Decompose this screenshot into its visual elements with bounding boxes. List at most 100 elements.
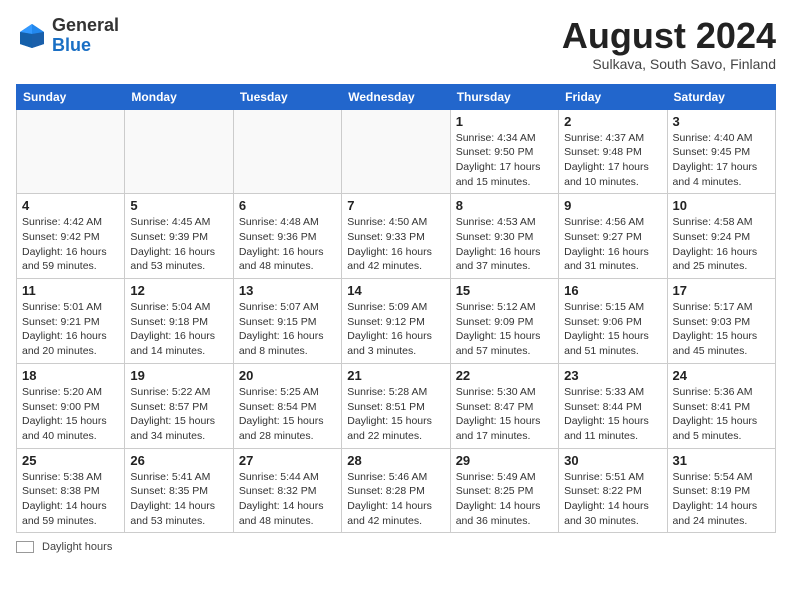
calendar-cell bbox=[342, 109, 450, 194]
day-number: 13 bbox=[239, 283, 336, 298]
calendar-cell: 19 Sunrise: 5:22 AM Sunset: 8:57 PM Dayli… bbox=[125, 363, 233, 448]
calendar-cell: 16Sunrise: 5:15 AM Sunset: 9:06 PM Dayli… bbox=[559, 279, 667, 364]
title-area: August 2024 Sulkava, South Savo, Finland bbox=[562, 16, 776, 72]
calendar-cell: 9 Sunrise: 4:56 AM Sunset: 9:27 PM Daylig… bbox=[559, 194, 667, 279]
day-number: 21 bbox=[347, 368, 444, 383]
calendar-cell: 23 Sunrise: 5:33 AM Sunset: 8:44 PM Dayli… bbox=[559, 363, 667, 448]
day-number: 26 bbox=[130, 453, 227, 468]
location-subtitle: Sulkava, South Savo, Finland bbox=[562, 56, 776, 72]
legend-box bbox=[16, 541, 34, 553]
calendar-cell bbox=[233, 109, 341, 194]
day-number: 4 bbox=[22, 198, 119, 213]
calendar-cell: 10 Sunrise: 4:58 AM Sunset: 9:24 PM Dayli… bbox=[667, 194, 775, 279]
calendar-cell: 25 Sunrise: 5:38 AM Sunset: 8:38 PM Dayli… bbox=[17, 448, 125, 533]
day-number: 18 bbox=[22, 368, 119, 383]
day-info: Sunrise: 5:49 AM Sunset: 8:25 PM Dayligh… bbox=[456, 470, 553, 529]
day-info: Sunrise: 4:40 AM Sunset: 9:45 PM Dayligh… bbox=[673, 131, 770, 190]
day-info: Sunrise: 5:17 AM Sunset: 9:03 PM Dayligh… bbox=[673, 300, 770, 359]
day-info: Sunrise: 5:51 AM Sunset: 8:22 PM Dayligh… bbox=[564, 470, 661, 529]
calendar-cell bbox=[125, 109, 233, 194]
footer: Daylight hours bbox=[16, 541, 776, 553]
month-title: August 2024 bbox=[562, 16, 776, 56]
day-number: 28 bbox=[347, 453, 444, 468]
calendar-cell: 12Sunrise: 5:04 AM Sunset: 9:18 PM Dayli… bbox=[125, 279, 233, 364]
day-number: 10 bbox=[673, 198, 770, 213]
calendar-cell: 13Sunrise: 5:07 AM Sunset: 9:15 PM Dayli… bbox=[233, 279, 341, 364]
calendar-cell: 7 Sunrise: 4:50 AM Sunset: 9:33 PM Daylig… bbox=[342, 194, 450, 279]
calendar-cell: 1 Sunrise: 4:34 AM Sunset: 9:50 PM Daylig… bbox=[450, 109, 558, 194]
day-number: 16 bbox=[564, 283, 661, 298]
day-header-friday: Friday bbox=[559, 84, 667, 109]
calendar-cell: 26 Sunrise: 5:41 AM Sunset: 8:35 PM Dayli… bbox=[125, 448, 233, 533]
day-info: Sunrise: 5:54 AM Sunset: 8:19 PM Dayligh… bbox=[673, 470, 770, 529]
day-number: 14 bbox=[347, 283, 444, 298]
day-number: 7 bbox=[347, 198, 444, 213]
calendar-cell: 4Sunrise: 4:42 AM Sunset: 9:42 PM Daylig… bbox=[17, 194, 125, 279]
calendar-cell: 8 Sunrise: 4:53 AM Sunset: 9:30 PM Daylig… bbox=[450, 194, 558, 279]
week-row-4: 18 Sunrise: 5:20 AM Sunset: 9:00 PM Dayli… bbox=[17, 363, 776, 448]
day-number: 29 bbox=[456, 453, 553, 468]
day-number: 19 bbox=[130, 368, 227, 383]
calendar-cell: 27 Sunrise: 5:44 AM Sunset: 8:32 PM Dayli… bbox=[233, 448, 341, 533]
day-number: 2 bbox=[564, 114, 661, 129]
day-info: Sunrise: 4:50 AM Sunset: 9:33 PM Dayligh… bbox=[347, 215, 444, 274]
day-number: 23 bbox=[564, 368, 661, 383]
day-info: Sunrise: 5:09 AM Sunset: 9:12 PM Dayligh… bbox=[347, 300, 444, 359]
day-info: Sunrise: 5:22 AM Sunset: 8:57 PM Dayligh… bbox=[130, 385, 227, 444]
day-info: Sunrise: 4:34 AM Sunset: 9:50 PM Dayligh… bbox=[456, 131, 553, 190]
day-header-saturday: Saturday bbox=[667, 84, 775, 109]
calendar-cell: 29 Sunrise: 5:49 AM Sunset: 8:25 PM Dayli… bbox=[450, 448, 558, 533]
day-number: 11 bbox=[22, 283, 119, 298]
calendar-table: SundayMondayTuesdayWednesdayThursdayFrid… bbox=[16, 84, 776, 534]
day-header-wednesday: Wednesday bbox=[342, 84, 450, 109]
day-number: 12 bbox=[130, 283, 227, 298]
day-number: 27 bbox=[239, 453, 336, 468]
day-header-monday: Monday bbox=[125, 84, 233, 109]
day-info: Sunrise: 5:46 AM Sunset: 8:28 PM Dayligh… bbox=[347, 470, 444, 529]
day-header-row: SundayMondayTuesdayWednesdayThursdayFrid… bbox=[17, 84, 776, 109]
week-row-2: 4Sunrise: 4:42 AM Sunset: 9:42 PM Daylig… bbox=[17, 194, 776, 279]
day-info: Sunrise: 4:37 AM Sunset: 9:48 PM Dayligh… bbox=[564, 131, 661, 190]
day-number: 9 bbox=[564, 198, 661, 213]
day-number: 30 bbox=[564, 453, 661, 468]
day-number: 3 bbox=[673, 114, 770, 129]
day-number: 31 bbox=[673, 453, 770, 468]
day-info: Sunrise: 4:58 AM Sunset: 9:24 PM Dayligh… bbox=[673, 215, 770, 274]
day-info: Sunrise: 5:33 AM Sunset: 8:44 PM Dayligh… bbox=[564, 385, 661, 444]
day-info: Sunrise: 5:36 AM Sunset: 8:41 PM Dayligh… bbox=[673, 385, 770, 444]
calendar-cell: 6Sunrise: 4:48 AM Sunset: 9:36 PM Daylig… bbox=[233, 194, 341, 279]
day-info: Sunrise: 5:28 AM Sunset: 8:51 PM Dayligh… bbox=[347, 385, 444, 444]
calendar-cell: 15Sunrise: 5:12 AM Sunset: 9:09 PM Dayli… bbox=[450, 279, 558, 364]
day-info: Sunrise: 5:44 AM Sunset: 8:32 PM Dayligh… bbox=[239, 470, 336, 529]
day-number: 8 bbox=[456, 198, 553, 213]
day-info: Sunrise: 5:20 AM Sunset: 9:00 PM Dayligh… bbox=[22, 385, 119, 444]
day-number: 22 bbox=[456, 368, 553, 383]
day-number: 5 bbox=[130, 198, 227, 213]
calendar-cell: 5 Sunrise: 4:45 AM Sunset: 9:39 PM Daylig… bbox=[125, 194, 233, 279]
calendar-cell: 14 Sunrise: 5:09 AM Sunset: 9:12 PM Dayli… bbox=[342, 279, 450, 364]
logo-general-text: General bbox=[52, 15, 119, 35]
day-header-sunday: Sunday bbox=[17, 84, 125, 109]
calendar-cell: 17Sunrise: 5:17 AM Sunset: 9:03 PM Dayli… bbox=[667, 279, 775, 364]
day-info: Sunrise: 5:01 AM Sunset: 9:21 PM Dayligh… bbox=[22, 300, 119, 359]
day-info: Sunrise: 4:56 AM Sunset: 9:27 PM Dayligh… bbox=[564, 215, 661, 274]
day-number: 1 bbox=[456, 114, 553, 129]
calendar-cell: 3 Sunrise: 4:40 AM Sunset: 9:45 PM Daylig… bbox=[667, 109, 775, 194]
calendar-cell: 24 Sunrise: 5:36 AM Sunset: 8:41 PM Dayli… bbox=[667, 363, 775, 448]
day-info: Sunrise: 5:12 AM Sunset: 9:09 PM Dayligh… bbox=[456, 300, 553, 359]
day-number: 25 bbox=[22, 453, 119, 468]
page-header: General Blue August 2024 Sulkava, South … bbox=[16, 16, 776, 72]
logo-blue-text: Blue bbox=[52, 35, 91, 55]
day-info: Sunrise: 5:41 AM Sunset: 8:35 PM Dayligh… bbox=[130, 470, 227, 529]
day-info: Sunrise: 4:45 AM Sunset: 9:39 PM Dayligh… bbox=[130, 215, 227, 274]
day-info: Sunrise: 5:38 AM Sunset: 8:38 PM Dayligh… bbox=[22, 470, 119, 529]
week-row-1: 1 Sunrise: 4:34 AM Sunset: 9:50 PM Daylig… bbox=[17, 109, 776, 194]
calendar-cell: 22Sunrise: 5:30 AM Sunset: 8:47 PM Dayli… bbox=[450, 363, 558, 448]
day-number: 24 bbox=[673, 368, 770, 383]
calendar-cell: 18 Sunrise: 5:20 AM Sunset: 9:00 PM Dayli… bbox=[17, 363, 125, 448]
calendar-cell: 31 Sunrise: 5:54 AM Sunset: 8:19 PM Dayli… bbox=[667, 448, 775, 533]
calendar-cell: 30 Sunrise: 5:51 AM Sunset: 8:22 PM Dayli… bbox=[559, 448, 667, 533]
day-header-thursday: Thursday bbox=[450, 84, 558, 109]
day-info: Sunrise: 4:53 AM Sunset: 9:30 PM Dayligh… bbox=[456, 215, 553, 274]
day-header-tuesday: Tuesday bbox=[233, 84, 341, 109]
